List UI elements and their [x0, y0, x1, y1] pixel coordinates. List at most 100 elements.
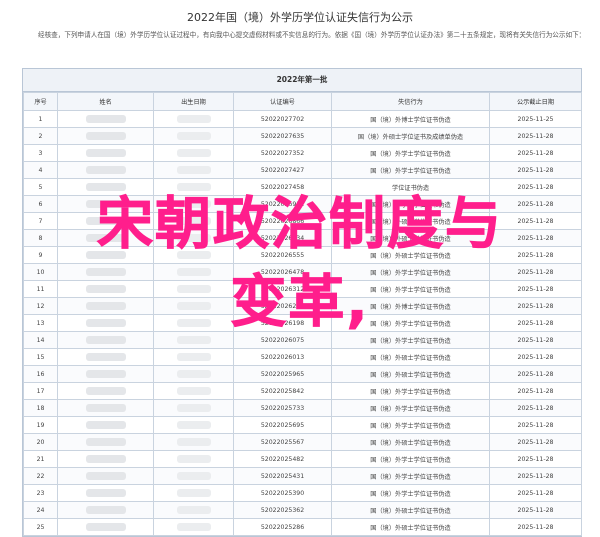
redaction-blur — [85, 166, 126, 174]
redaction-blur — [85, 523, 126, 531]
cell-birthdate-redacted — [153, 399, 234, 417]
cell-deadline: 2025-11-28 — [489, 127, 582, 145]
table-row: 21 52022025482 国（境）外学士学位证书伪造 2025-11-28 — [23, 450, 582, 468]
cell-deadline: 2025-11-28 — [489, 144, 582, 162]
cell-name-redacted — [57, 110, 154, 128]
cell-deadline: 2025-11-28 — [489, 416, 582, 434]
redaction-blur — [176, 353, 211, 361]
table-row: 20 52022025567 国（境）外硕士学位证书伪造 2025-11-28 — [23, 433, 582, 451]
cell-cert-code: 52022025390 — [233, 484, 332, 502]
cell-cert-code: 52022025733 — [233, 399, 332, 417]
redaction-blur — [176, 438, 211, 446]
table-row: 24 52022025362 国（境）外硕士学位证书伪造 2025-11-28 — [23, 501, 582, 519]
table-row: 15 52022026013 国（境）外硕士学位证书伪造 2025-11-28 — [23, 348, 582, 366]
header-cert-code: 认证编号 — [233, 92, 332, 111]
cell-birthdate-redacted — [153, 161, 234, 179]
cell-cert-code: 52022027352 — [233, 144, 332, 162]
redaction-blur — [176, 166, 211, 174]
cell-behavior: 国（境）外学士学位证书伪造 — [331, 484, 490, 502]
redaction-blur — [85, 115, 126, 123]
cell-deadline: 2025-11-28 — [489, 467, 582, 485]
cell-deadline: 2025-11-28 — [489, 365, 582, 383]
cell-cert-code: 52022027702 — [233, 110, 332, 128]
cell-behavior: 国（境）外博士学位证书伪造 — [331, 110, 490, 128]
redaction-blur — [85, 489, 126, 497]
redaction-blur — [176, 489, 211, 497]
cell-name-redacted — [57, 127, 154, 145]
header-deadline: 公示截止日期 — [489, 92, 582, 111]
cell-cert-code: 52022025362 — [233, 501, 332, 519]
header-name: 姓名 — [57, 92, 154, 111]
cell-cert-code: 52022025567 — [233, 433, 332, 451]
redaction-blur — [85, 455, 126, 463]
redaction-blur — [85, 149, 126, 157]
cell-deadline: 2025-11-28 — [489, 518, 582, 536]
table-caption: 2022年第一批 — [23, 69, 581, 92]
cell-index: 21 — [23, 450, 58, 468]
cell-name-redacted — [57, 144, 154, 162]
cell-cert-code: 52022025286 — [233, 518, 332, 536]
redaction-blur — [176, 421, 211, 429]
cell-cert-code: 52022025965 — [233, 365, 332, 383]
cell-birthdate-redacted — [153, 127, 234, 145]
cell-name-redacted — [57, 382, 154, 400]
redaction-blur — [176, 404, 211, 412]
redaction-blur — [85, 506, 126, 514]
cell-deadline: 2025-11-28 — [489, 484, 582, 502]
cell-index: 19 — [23, 416, 58, 434]
cell-index: 2 — [23, 127, 58, 145]
cell-behavior: 国（境）外学士学位证书伪造 — [331, 450, 490, 468]
cell-cert-code: 52022027427 — [233, 161, 332, 179]
cell-index: 18 — [23, 399, 58, 417]
redaction-blur — [85, 132, 126, 140]
redaction-blur — [176, 506, 211, 514]
cell-name-redacted — [57, 433, 154, 451]
cell-index: 4 — [23, 161, 58, 179]
cell-deadline: 2025-11-28 — [489, 399, 582, 417]
redaction-blur — [176, 455, 211, 463]
redaction-blur — [176, 523, 211, 531]
table-row: 2 52022027635 国（境）外硕士学位证书及成绩单伪造 2025-11-28 — [23, 127, 582, 145]
redaction-blur — [176, 149, 211, 157]
cell-behavior: 国（境）外学士学位证书伪造 — [331, 161, 490, 179]
cell-name-redacted — [57, 399, 154, 417]
cell-index: 16 — [23, 365, 58, 383]
notice-paragraph: 经核查，下列申请人在国（境）外学历学位认证过程中，有向我中心提交虚假材料或不实信… — [38, 31, 586, 39]
cell-birthdate-redacted — [153, 365, 234, 383]
cell-name-redacted — [57, 484, 154, 502]
table-row: 16 52022025965 国（境）外硕士学位证书伪造 2025-11-28 — [23, 365, 582, 383]
overlay-line-2: 变革, — [230, 270, 370, 336]
cell-behavior: 国（境）外硕士学位证书及成绩单伪造 — [331, 127, 490, 145]
cell-behavior: 国（境）外硕士学位证书伪造 — [331, 518, 490, 536]
cell-deadline: 2025-11-28 — [489, 501, 582, 519]
cell-cert-code: 52022025482 — [233, 450, 332, 468]
cell-deadline: 2025-11-28 — [489, 161, 582, 179]
cell-behavior: 国（境）外学士学位证书伪造 — [331, 416, 490, 434]
cell-behavior: 国（境）外学士学位证书伪造 — [331, 144, 490, 162]
cell-birthdate-redacted — [153, 518, 234, 536]
header-index: 序号 — [23, 92, 58, 111]
table-row: 3 52022027352 国（境）外学士学位证书伪造 2025-11-28 — [23, 144, 582, 162]
cell-name-redacted — [57, 161, 154, 179]
table-row: 22 52022025431 国（境）外学士学位证书伪造 2025-11-28 — [23, 467, 582, 485]
overlay-line-1: 宋朝政治制度与 — [97, 192, 503, 258]
table-row: 19 52022025695 国（境）外学士学位证书伪造 2025-11-28 — [23, 416, 582, 434]
header-birthdate: 出生日期 — [153, 92, 234, 111]
redaction-blur — [85, 387, 126, 395]
cell-index: 20 — [23, 433, 58, 451]
cell-index: 17 — [23, 382, 58, 400]
cell-index: 24 — [23, 501, 58, 519]
cell-behavior: 国（境）外硕士学位证书伪造 — [331, 433, 490, 451]
cell-index: 1 — [23, 110, 58, 128]
table-row: 25 52022025286 国（境）外硕士学位证书伪造 2025-11-28 — [23, 518, 582, 536]
cell-birthdate-redacted — [153, 484, 234, 502]
cell-index: 25 — [23, 518, 58, 536]
cell-name-redacted — [57, 416, 154, 434]
cell-cert-code: 52022025695 — [233, 416, 332, 434]
cell-birthdate-redacted — [153, 501, 234, 519]
table-row: 4 52022027427 国（境）外学士学位证书伪造 2025-11-28 — [23, 161, 582, 179]
cell-index: 23 — [23, 484, 58, 502]
cell-behavior: 国（境）外学士学位证书伪造 — [331, 399, 490, 417]
redaction-blur — [85, 421, 126, 429]
table-row: 23 52022025390 国（境）外学士学位证书伪造 2025-11-28 — [23, 484, 582, 502]
